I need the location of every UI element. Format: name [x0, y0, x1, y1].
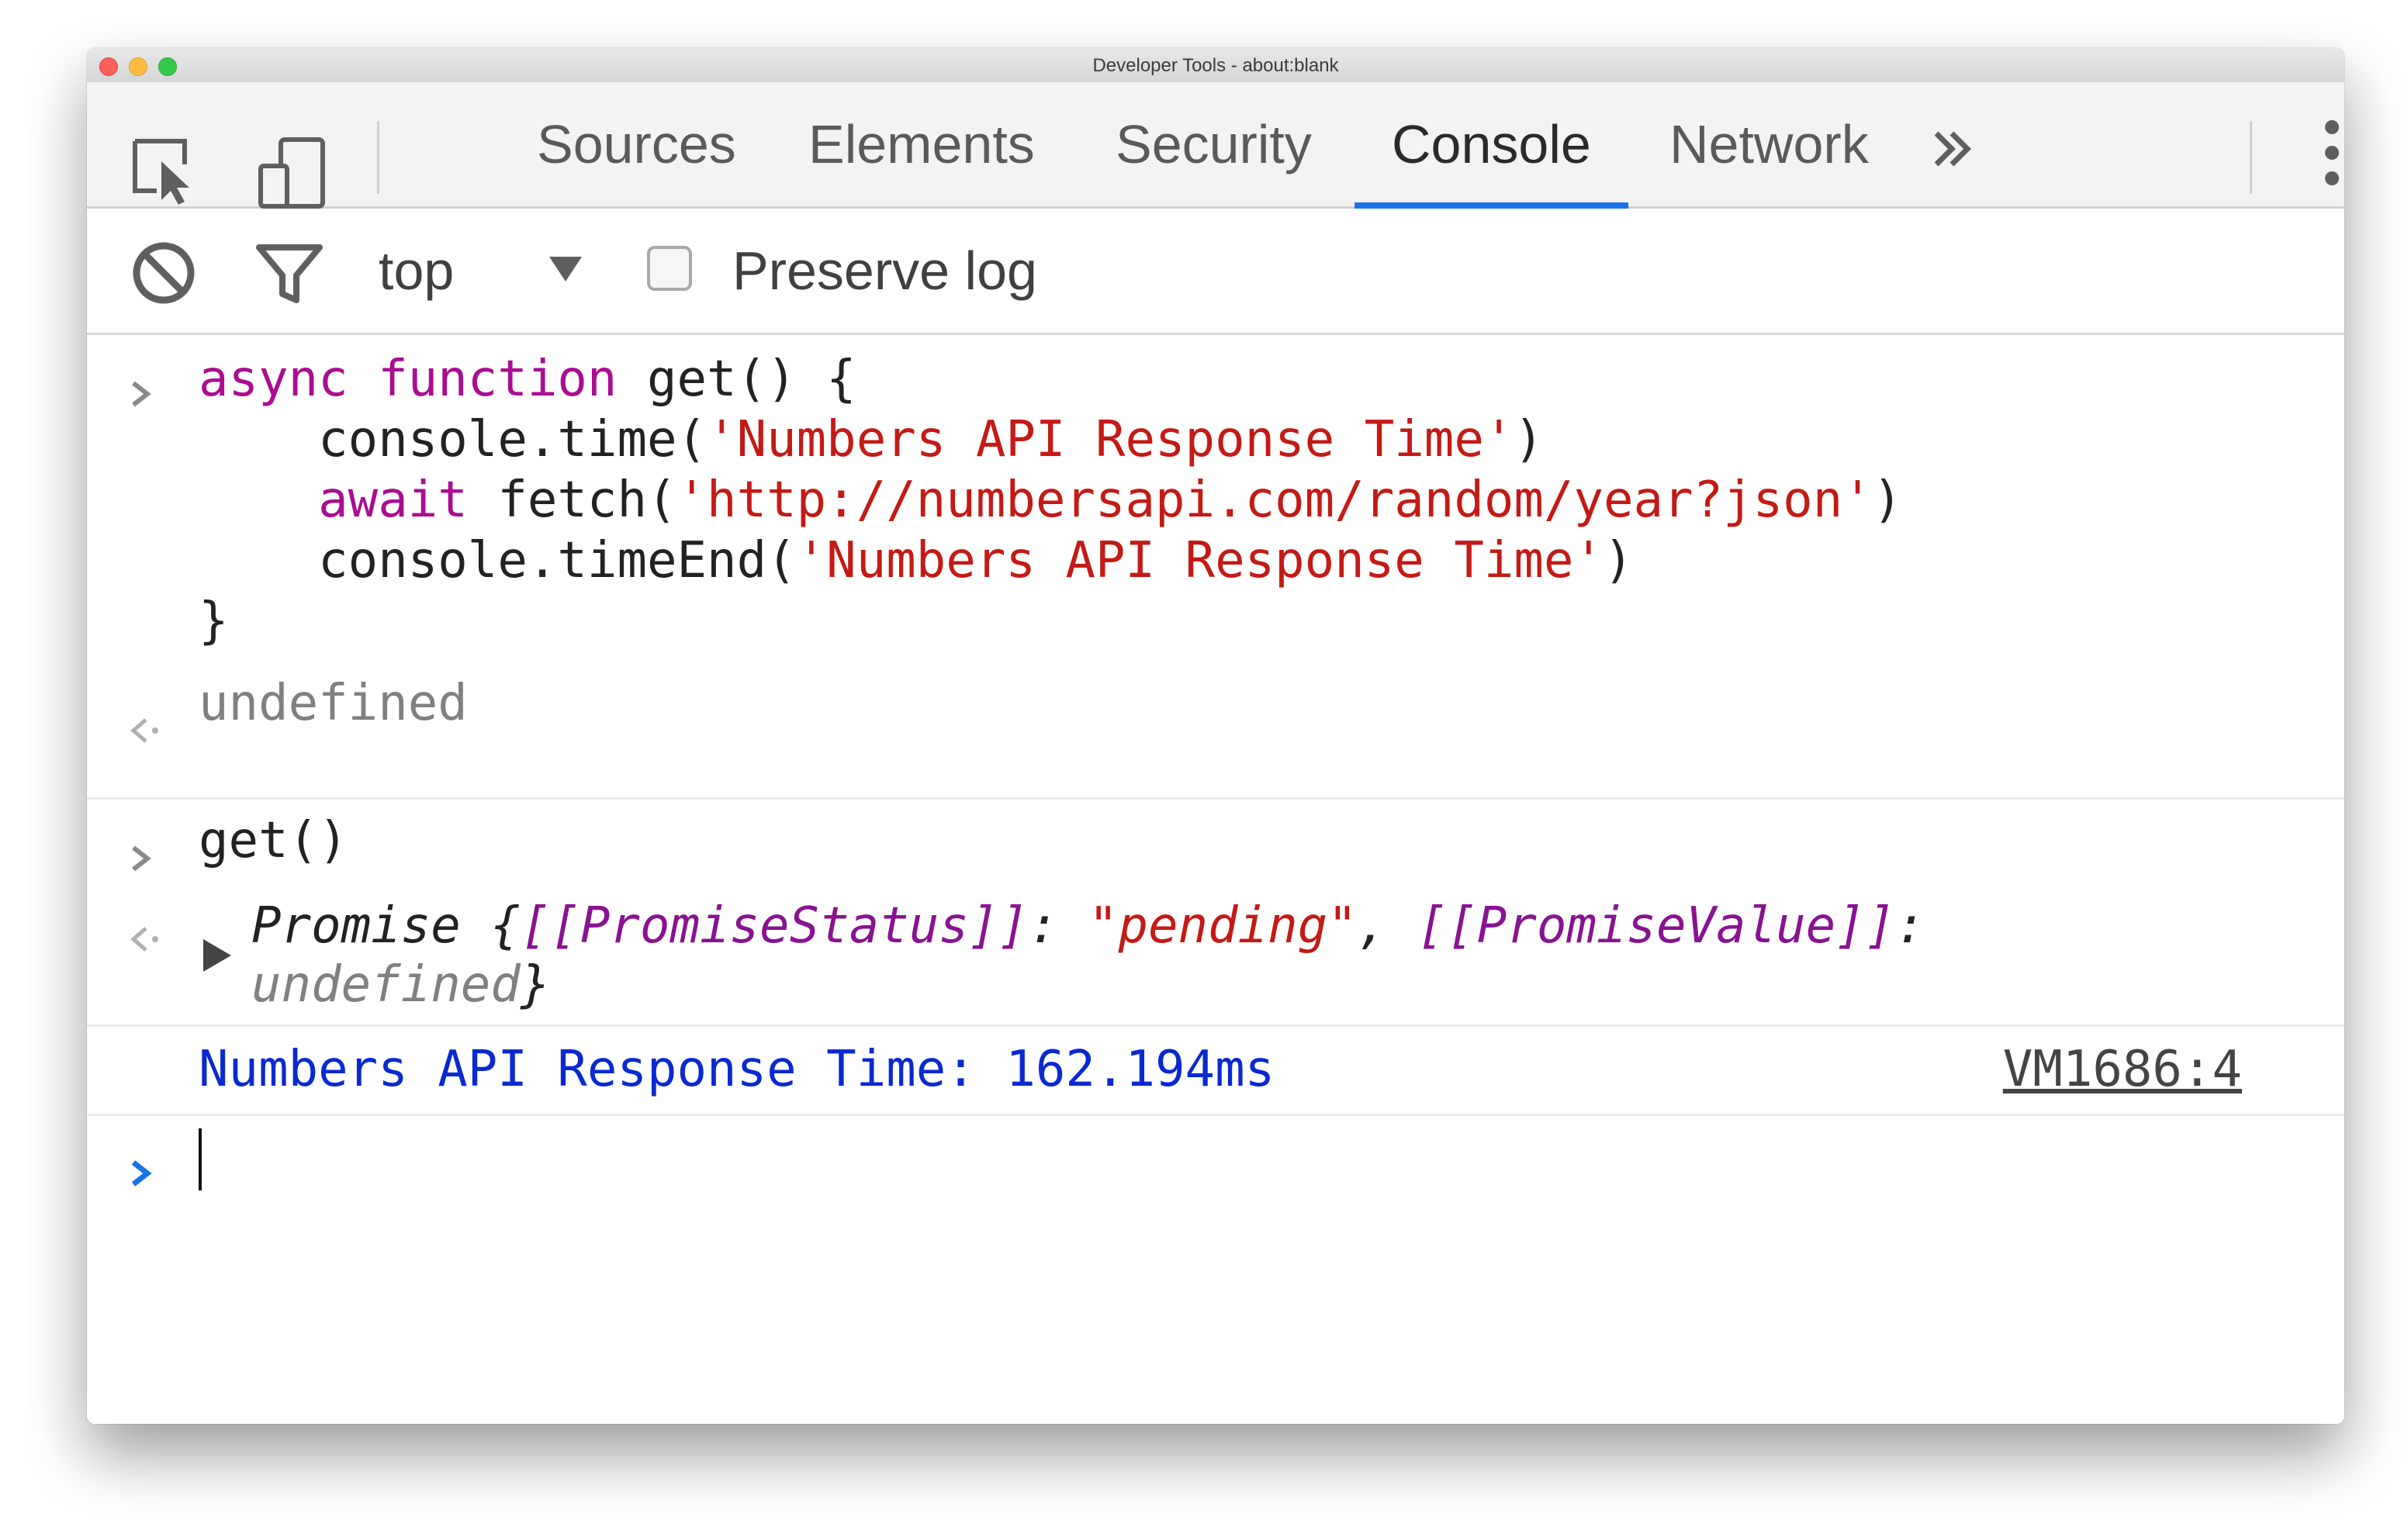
preserve-log-checkbox[interactable]: [647, 246, 692, 291]
code-line: }: [199, 593, 229, 650]
context-selector[interactable]: top: [379, 240, 454, 302]
console-entry-get-call: get() Promise {[[PromiseStatus]]: "pendi…: [87, 800, 2344, 1027]
code-line: await fetch('http://numbersapi.com/rando…: [199, 472, 1903, 529]
input-chevron-icon: [126, 829, 157, 886]
panel-tab-bar: Sources Elements Security Console Networ…: [87, 82, 2344, 209]
code-line: console.timeEnd('Numbers API Response Ti…: [199, 532, 1634, 589]
code-line: async function get() {: [199, 351, 856, 408]
prompt-chevron-icon: [126, 1144, 157, 1201]
tab-security[interactable]: Security: [1078, 82, 1349, 206]
inspect-element-icon[interactable]: [130, 136, 202, 212]
tab-console[interactable]: Console: [1354, 82, 1628, 209]
expand-triangle-icon[interactable]: [200, 930, 234, 987]
title-bar: Developer Tools - about:blank: [87, 48, 2344, 83]
more-tabs-chevron-icon[interactable]: [1930, 126, 1977, 176]
code-line: get(): [199, 812, 348, 869]
device-toolbar-icon[interactable]: [254, 136, 332, 215]
tab-elements[interactable]: Elements: [771, 82, 1072, 206]
toolbar-divider: [377, 121, 379, 194]
preserve-log-label: Preserve log: [732, 240, 1037, 301]
console-prompt[interactable]: [87, 1116, 2344, 1424]
tab-network[interactable]: Network: [1632, 82, 1906, 206]
console-entry-async-function: async function get() { console.time('Num…: [87, 335, 2344, 800]
context-dropdown-arrow-icon[interactable]: [546, 254, 585, 288]
log-text: Numbers API Response Time: 162.194ms: [199, 1041, 1275, 1098]
text-cursor: [199, 1128, 202, 1190]
result-chevron-icon: [126, 910, 164, 967]
filter-icon[interactable]: [254, 243, 324, 309]
clear-console-icon[interactable]: [130, 240, 197, 310]
tab-sources[interactable]: Sources: [500, 82, 773, 206]
toolbar-divider-right: [2250, 121, 2252, 194]
console-output: async function get() { console.time('Num…: [87, 335, 2344, 1424]
window-title: Developer Tools - about:blank: [1092, 55, 1339, 76]
console-toolbar: top Preserve log: [87, 209, 2344, 335]
code-line: console.time('Numbers API Response Time'…: [199, 411, 1544, 468]
console-log-message: Numbers API Response Time: 162.194ms VM1…: [87, 1027, 2344, 1116]
result-value: undefined: [199, 675, 468, 732]
devtools-window: Developer Tools - about:blank Sources El…: [87, 48, 2344, 1424]
source-link[interactable]: VM1686:4: [2003, 1039, 2242, 1100]
promise-summary[interactable]: Promise {[[PromiseStatus]]: "pending", […: [251, 896, 1925, 956]
kebab-menu-icon[interactable]: [2323, 118, 2341, 192]
result-chevron-icon: [126, 701, 164, 758]
promise-summary-continued: undefined}: [251, 956, 551, 1014]
input-chevron-icon: [126, 364, 157, 422]
